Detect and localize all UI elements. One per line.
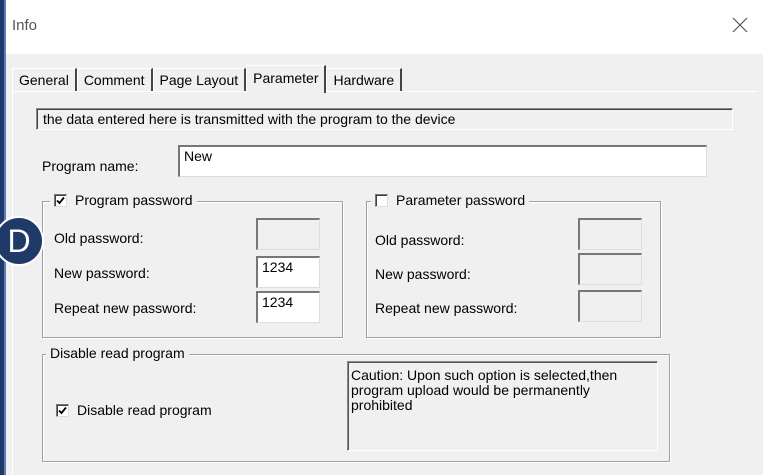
parameter-password-legend: Parameter password bbox=[371, 192, 530, 208]
program-new-password-input[interactable]: 1234 bbox=[256, 256, 320, 288]
program-repeat-password-input[interactable]: 1234 bbox=[256, 291, 320, 323]
info-dialog: Info General Comment Page Layout Paramet… bbox=[4, 0, 763, 475]
caution-text: Caution: Upon such option is selected,th… bbox=[347, 361, 658, 451]
program-password-checkbox[interactable] bbox=[54, 193, 67, 207]
title-bar: Info bbox=[6, 0, 763, 54]
program-old-password-input[interactable] bbox=[256, 218, 320, 250]
disable-read-checkbox[interactable] bbox=[56, 403, 69, 417]
info-text: the data entered here is transmitted wit… bbox=[36, 108, 733, 130]
program-repeat-password-label: Repeat new password: bbox=[54, 300, 197, 316]
program-new-password-label: New password: bbox=[54, 265, 150, 281]
close-icon bbox=[732, 17, 748, 33]
parameter-new-password-label: New password: bbox=[375, 266, 471, 282]
parameter-repeat-password-label: Repeat new password: bbox=[375, 300, 518, 316]
parameter-old-password-label: Old password: bbox=[375, 232, 465, 248]
disable-read-legend: Disable read program bbox=[46, 345, 189, 361]
tab-strip: General Comment Page Layout Parameter Ha… bbox=[12, 62, 403, 93]
tab-comment[interactable]: Comment bbox=[76, 68, 153, 92]
program-old-password-label: Old password: bbox=[54, 230, 144, 246]
tab-parameter[interactable]: Parameter bbox=[246, 65, 327, 93]
tab-hardware[interactable]: Hardware bbox=[326, 68, 403, 92]
parameter-new-password-input[interactable] bbox=[578, 253, 642, 285]
checkmark-icon bbox=[56, 196, 65, 204]
window-title: Info bbox=[12, 17, 38, 34]
tab-general[interactable]: General bbox=[12, 68, 77, 92]
parameter-repeat-password-input[interactable] bbox=[578, 290, 642, 322]
program-password-legend: Program password bbox=[50, 192, 197, 208]
close-button[interactable] bbox=[727, 12, 753, 38]
checkmark-icon bbox=[58, 406, 67, 414]
parameter-old-password-input[interactable] bbox=[578, 218, 642, 250]
program-name-label: Program name: bbox=[42, 158, 139, 174]
parameter-password-checkbox[interactable] bbox=[375, 193, 388, 207]
disable-read-checkbox-label: Disable read program bbox=[77, 402, 212, 418]
tab-page-layout[interactable]: Page Layout bbox=[152, 68, 247, 92]
disable-read-option: Disable read program bbox=[52, 402, 216, 418]
program-name-input[interactable]: New bbox=[178, 145, 707, 177]
program-password-label: Program password bbox=[75, 192, 193, 208]
parameter-password-label: Parameter password bbox=[396, 192, 526, 208]
